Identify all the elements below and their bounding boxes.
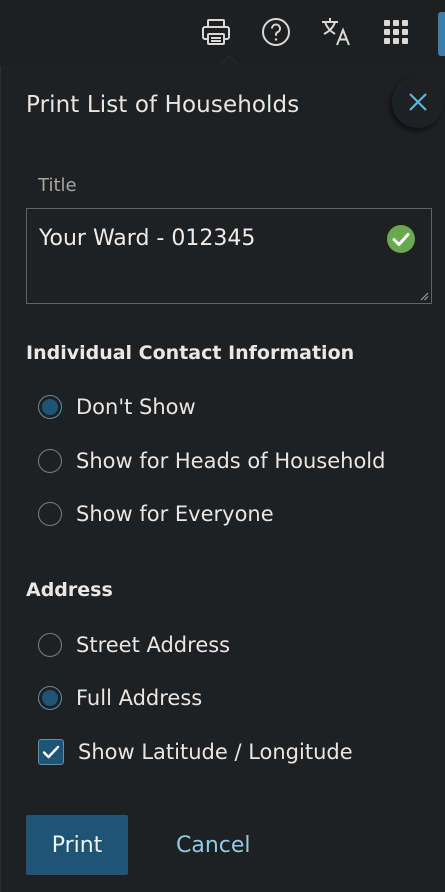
radio-button[interactable]	[38, 686, 62, 710]
close-button[interactable]	[392, 76, 444, 128]
radio-label: Full Address	[76, 686, 203, 710]
radio-button[interactable]	[38, 395, 62, 419]
print-button[interactable]: Print	[26, 815, 128, 875]
radio-label: Show for Everyone	[76, 502, 274, 526]
translate-icon[interactable]	[318, 14, 354, 50]
help-icon[interactable]	[258, 14, 294, 50]
radio-heads-of-household[interactable]: Show for Heads of Household	[38, 446, 385, 476]
checkbox[interactable]	[38, 739, 64, 765]
print-dialog: Print List of Households Title Your Ward…	[0, 56, 445, 892]
radio-button[interactable]	[38, 502, 62, 526]
printer-icon[interactable]	[198, 14, 234, 50]
checkbox-label: Show Latitude / Longitude	[78, 740, 353, 764]
close-icon	[409, 93, 427, 111]
contact-info-heading: Individual Contact Information	[26, 342, 355, 364]
valid-check-icon	[387, 225, 415, 253]
radio-label: Show for Heads of Household	[76, 449, 386, 473]
title-textarea-value[interactable]: Your Ward - 012345	[39, 226, 255, 251]
checkbox-show-lat-long[interactable]: Show Latitude / Longitude	[38, 737, 353, 767]
radio-full-address[interactable]: Full Address	[38, 683, 202, 713]
apps-grid-icon[interactable]	[378, 14, 414, 50]
address-heading: Address	[26, 579, 113, 601]
resize-handle-icon[interactable]	[419, 291, 429, 301]
radio-label: Street Address	[76, 633, 231, 657]
radio-label: Don't Show	[76, 395, 196, 419]
radio-button[interactable]	[38, 633, 62, 657]
profile-tab-edge[interactable]	[438, 12, 445, 56]
radio-everyone[interactable]: Show for Everyone	[38, 499, 274, 529]
dialog-pointer	[217, 56, 241, 66]
dialog-title: Print List of Households	[26, 92, 300, 118]
radio-button[interactable]	[38, 449, 62, 473]
radio-dont-show[interactable]: Don't Show	[38, 392, 196, 422]
cancel-button[interactable]: Cancel	[176, 815, 251, 875]
title-field-label: Title	[38, 175, 77, 196]
radio-street-address[interactable]: Street Address	[38, 630, 230, 660]
checkmark-icon	[42, 745, 60, 759]
title-textarea[interactable]: Your Ward - 012345	[26, 208, 432, 304]
